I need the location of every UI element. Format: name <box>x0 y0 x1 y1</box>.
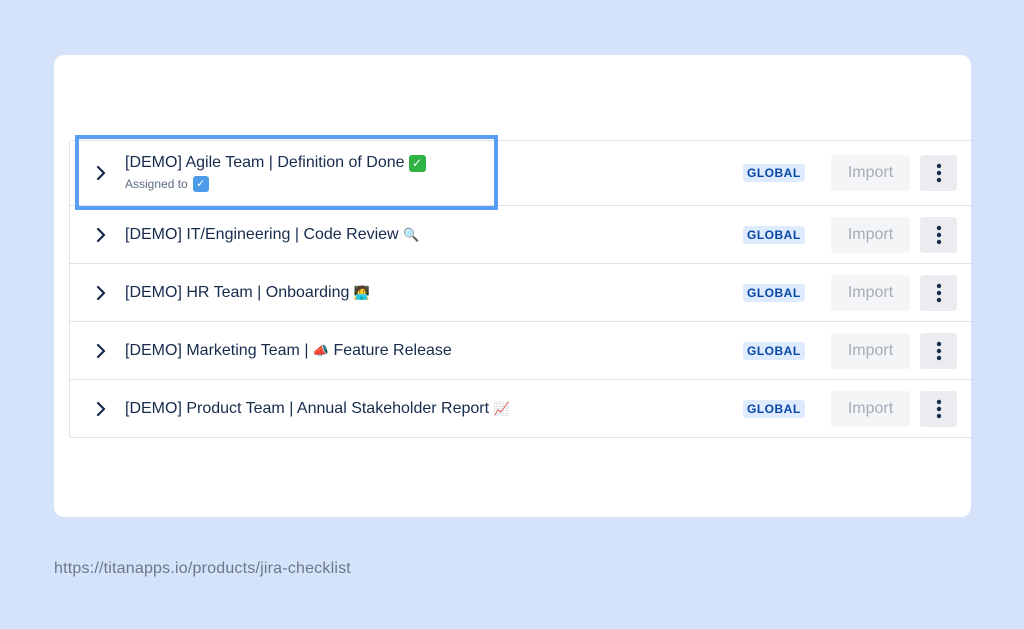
chevron-right-icon[interactable] <box>96 227 106 242</box>
global-badge: GLOBAL <box>743 283 805 302</box>
global-badge: GLOBAL <box>743 341 805 360</box>
checklist-template-list: [DEMO] Agile Team | Definition of Done ✓… <box>69 140 971 438</box>
global-badge: GLOBAL <box>743 225 805 244</box>
import-button[interactable]: Import <box>831 390 910 427</box>
more-vertical-icon <box>936 341 941 360</box>
row-title-group: [DEMO] Product Team | Annual Stakeholder… <box>125 399 510 419</box>
row-title-group: [DEMO] HR Team | Onboarding 🧑‍💻 <box>125 283 370 303</box>
template-title-text: [DEMO] Marketing Team | <box>125 341 309 359</box>
import-button[interactable]: Import <box>831 216 910 253</box>
import-button[interactable]: Import <box>831 332 910 369</box>
chart-increasing-icon: 📈 <box>493 401 510 416</box>
more-vertical-icon <box>936 283 941 302</box>
template-title: [DEMO] Product Team | Annual Stakeholder… <box>125 399 510 419</box>
more-actions-button[interactable] <box>920 390 957 427</box>
check-mark-icon: ✓ <box>408 154 426 172</box>
assigned-to-label: Assigned to <box>125 177 188 191</box>
table-row[interactable]: [DEMO] IT/Engineering | Code Review 🔍 GL… <box>70 206 971 264</box>
template-title: [DEMO] HR Team | Onboarding 🧑‍💻 <box>125 283 370 303</box>
table-row[interactable]: [DEMO] Marketing Team | 📣 Feature Releas… <box>70 322 971 380</box>
global-badge: GLOBAL <box>743 399 805 418</box>
import-button[interactable]: Import <box>831 274 910 311</box>
global-badge: GLOBAL <box>743 164 805 182</box>
more-vertical-icon <box>936 399 941 418</box>
more-actions-button[interactable] <box>920 332 957 369</box>
chevron-right-icon[interactable] <box>96 166 106 180</box>
magnifier-icon: 🔍 <box>403 227 420 242</box>
table-row[interactable]: [DEMO] HR Team | Onboarding 🧑‍💻 GLOBAL I… <box>70 264 971 322</box>
more-actions-button[interactable] <box>920 274 957 311</box>
footer-url: https://titanapps.io/products/jira-check… <box>54 560 351 577</box>
check-box-icon: ✓ <box>192 176 209 192</box>
more-vertical-icon <box>936 225 941 244</box>
row-title-group: [DEMO] IT/Engineering | Code Review 🔍 <box>125 225 420 245</box>
chevron-right-icon[interactable] <box>96 343 106 358</box>
template-subtitle: Assigned to ✓ <box>125 176 426 192</box>
table-row[interactable]: [DEMO] Agile Team | Definition of Done ✓… <box>70 141 971 206</box>
row-title-group: [DEMO] Agile Team | Definition of Done ✓… <box>125 153 426 192</box>
template-title-text: [DEMO] Agile Team | Definition of Done <box>125 154 405 171</box>
import-button[interactable]: Import <box>831 155 910 191</box>
chevron-right-icon[interactable] <box>96 285 106 300</box>
row-title-group: [DEMO] Marketing Team | 📣 Feature Releas… <box>125 341 452 361</box>
more-vertical-icon <box>936 163 941 183</box>
chevron-right-icon[interactable] <box>96 401 106 416</box>
table-row[interactable]: [DEMO] Product Team | Annual Stakeholder… <box>70 380 971 437</box>
template-title: [DEMO] Marketing Team | 📣 Feature Releas… <box>125 341 452 361</box>
template-title: [DEMO] Agile Team | Definition of Done ✓ <box>125 153 426 173</box>
template-card: [DEMO] Agile Team | Definition of Done ✓… <box>54 55 971 517</box>
technologist-icon: 🧑‍💻 <box>353 285 370 300</box>
template-title-text: [DEMO] HR Team | Onboarding <box>125 283 350 301</box>
template-title: [DEMO] IT/Engineering | Code Review 🔍 <box>125 225 420 245</box>
template-title-suffix: Feature Release <box>333 341 452 359</box>
more-actions-button[interactable] <box>920 155 957 191</box>
template-title-text: [DEMO] Product Team | Annual Stakeholder… <box>125 399 490 417</box>
template-title-text: [DEMO] IT/Engineering | Code Review <box>125 225 399 243</box>
more-actions-button[interactable] <box>920 216 957 253</box>
megaphone-icon: 📣 <box>312 343 330 358</box>
